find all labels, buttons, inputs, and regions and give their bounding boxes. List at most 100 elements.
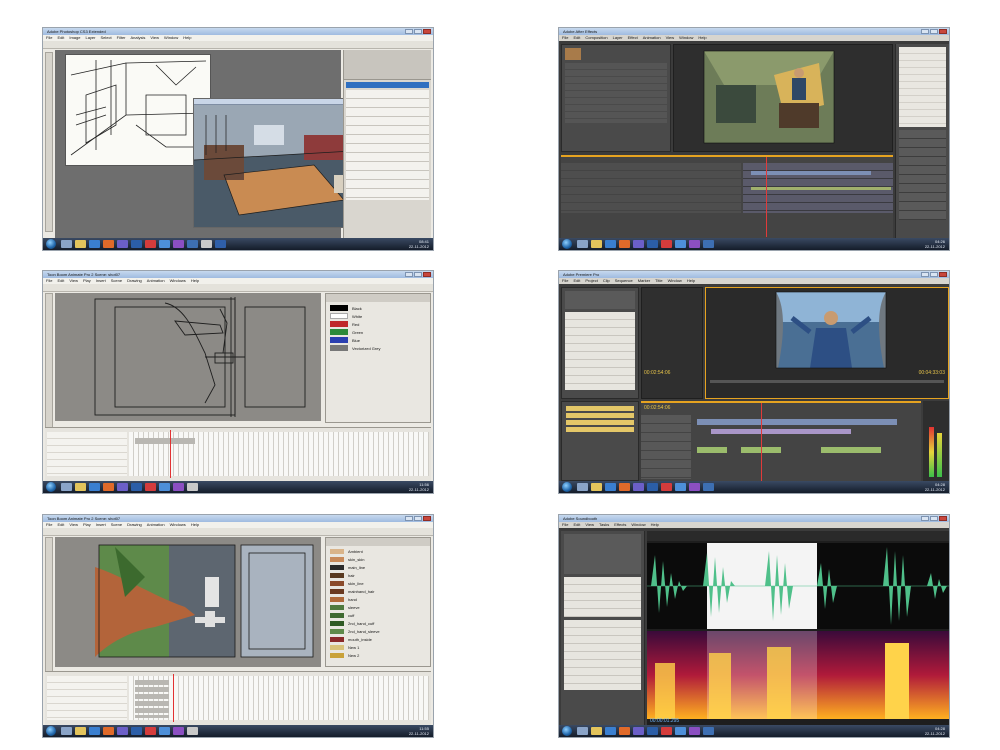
overview-bar xyxy=(647,531,949,541)
color-name: New 2 xyxy=(348,653,360,658)
tool-properties-bar xyxy=(43,284,433,292)
window-controls[interactable] xyxy=(405,272,431,277)
color-swatch[interactable] xyxy=(330,313,348,319)
window-title: Adobe After Effects xyxy=(559,28,949,35)
timecode-display: 00:00:01.295 xyxy=(650,718,680,724)
drawing-canvas xyxy=(55,293,321,421)
menu-item[interactable]: View xyxy=(666,35,675,41)
menu-item[interactable]: Marker xyxy=(638,278,650,284)
menu-item[interactable]: File xyxy=(562,35,568,41)
color-swatch[interactable] xyxy=(330,581,344,586)
start-button[interactable] xyxy=(46,239,56,249)
menu-item[interactable]: Window xyxy=(631,522,645,528)
menu-item[interactable]: Title xyxy=(655,278,662,284)
color-swatch[interactable] xyxy=(330,549,344,554)
color-swatch[interactable] xyxy=(330,321,348,327)
menu-item[interactable]: Window xyxy=(679,35,693,41)
program-monitor: 00:04:33:03 xyxy=(705,287,949,399)
menu-item[interactable]: Project xyxy=(585,278,597,284)
timecode-left: 00:02:54:06 xyxy=(644,370,671,376)
menu-item[interactable]: Edit xyxy=(573,522,580,528)
window-controls[interactable] xyxy=(921,516,947,521)
menu-item[interactable]: Layer xyxy=(613,35,623,41)
menu-item[interactable]: Help xyxy=(698,35,706,41)
system-clock: 04:28 22-11-2012 xyxy=(924,726,945,736)
timeline-panel xyxy=(45,671,431,725)
color-swatch[interactable] xyxy=(330,637,344,642)
start-button[interactable] xyxy=(46,726,56,736)
color-swatch[interactable] xyxy=(330,565,344,570)
menu-item[interactable]: File xyxy=(562,522,568,528)
taskbar-icons xyxy=(61,483,198,491)
color-swatch[interactable] xyxy=(330,621,344,626)
colour-view: Ambient skin_skin main_line hair skin_li… xyxy=(325,537,431,667)
color-swatch[interactable] xyxy=(330,597,344,602)
menu-item[interactable]: Clip xyxy=(603,278,610,284)
color-swatch[interactable] xyxy=(330,337,348,343)
color-name: skin_line xyxy=(348,581,364,586)
menu-item[interactable]: Help xyxy=(687,278,695,284)
menu-item[interactable]: Window xyxy=(668,278,682,284)
window-controls[interactable] xyxy=(921,272,947,277)
menu-item[interactable]: View xyxy=(585,522,594,528)
sketch-document xyxy=(65,54,211,166)
menu-item[interactable]: File xyxy=(562,278,568,284)
taskbar: 04:26 22-11-2012 xyxy=(559,238,949,250)
premiere-screenshot: Adobe Premiere Pro File Edit Project Cli… xyxy=(558,270,950,494)
taskbar-icons xyxy=(61,727,198,735)
menu-item[interactable]: Effect xyxy=(628,35,638,41)
taskbar-icons xyxy=(577,240,714,248)
color-swatch[interactable] xyxy=(330,329,348,335)
window-controls[interactable] xyxy=(921,29,947,34)
menu-item[interactable]: Tasks xyxy=(599,522,609,528)
menu-item[interactable]: Help xyxy=(651,522,659,528)
menu-item[interactable]: Edit xyxy=(573,278,580,284)
color-name: cuff xyxy=(348,613,355,618)
menu-item[interactable]: Edit xyxy=(573,35,580,41)
menu-item[interactable]: Animation xyxy=(643,35,661,41)
color-swatch[interactable] xyxy=(330,557,344,562)
color-swatch[interactable] xyxy=(330,645,344,650)
system-clock: 08:41 22-11-2012 xyxy=(408,239,429,249)
perspective-sketch xyxy=(70,60,207,156)
timeline-panel xyxy=(45,427,431,481)
color-name: hair xyxy=(348,573,355,578)
color-name: hand xyxy=(348,597,357,602)
taskbar: 08:41 22-11-2012 xyxy=(43,238,433,250)
color-swatch[interactable] xyxy=(330,613,344,618)
color-swatch[interactable] xyxy=(330,305,348,311)
start-button[interactable] xyxy=(562,239,572,249)
drawing-canvas xyxy=(55,537,321,667)
color-name: White xyxy=(352,313,363,319)
start-button[interactable] xyxy=(46,482,56,492)
taskbar: 11:56 22-11-2012 xyxy=(43,481,433,493)
menu-item[interactable]: Sequence xyxy=(615,278,633,284)
window-controls[interactable] xyxy=(405,29,431,34)
color-name: Black xyxy=(352,305,362,311)
project-panel xyxy=(561,44,671,152)
color-name: Blue xyxy=(352,337,361,343)
color-swatch[interactable] xyxy=(330,345,348,351)
color-swatch[interactable] xyxy=(330,629,344,634)
color-name: main_line xyxy=(348,565,366,570)
start-button[interactable] xyxy=(562,482,572,492)
color-swatch[interactable] xyxy=(330,653,344,658)
composition-viewer xyxy=(673,44,893,152)
color-swatch[interactable] xyxy=(330,573,344,578)
color-name: sleeve xyxy=(348,605,360,610)
effects-panel xyxy=(895,44,949,238)
color-swatch[interactable] xyxy=(330,589,344,594)
window-title: Adobe Premiere Pro xyxy=(559,271,949,278)
colored-door-scene xyxy=(95,544,314,658)
start-button[interactable] xyxy=(562,726,572,736)
menu-item[interactable]: Effects xyxy=(614,522,626,528)
photoshop-screenshot: Adobe Photoshop CS3 Extended File Edit I… xyxy=(42,27,434,251)
color-name: Green xyxy=(352,329,364,335)
window-controls[interactable] xyxy=(405,516,431,521)
menu-item[interactable]: Composition xyxy=(585,35,607,41)
project-panel xyxy=(561,287,639,399)
taskbar: 04:28 22-11-2012 xyxy=(559,725,949,737)
sequence-timeline: 00:02:54:06 xyxy=(641,401,921,483)
color-swatch[interactable] xyxy=(330,605,344,610)
system-clock: 11:55 22-11-2012 xyxy=(408,726,429,736)
